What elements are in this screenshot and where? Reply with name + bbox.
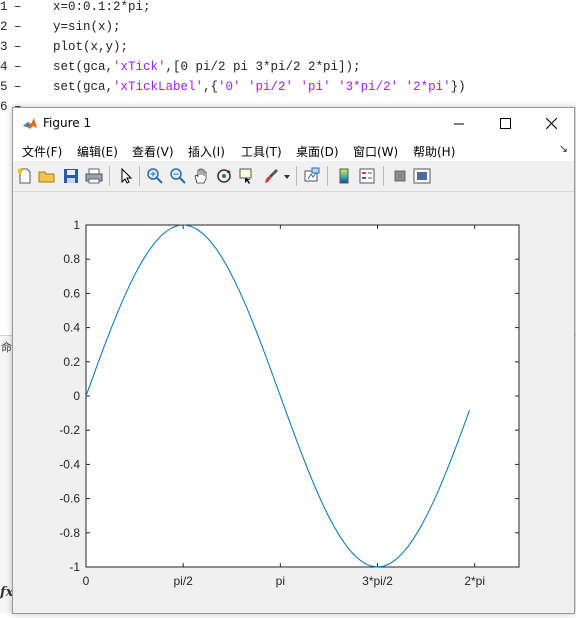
menu-dock-arrow-icon[interactable]: ↘ (559, 142, 568, 155)
legend-icon[interactable] (358, 167, 376, 185)
menu-window[interactable]: 窗口(W) (353, 143, 398, 160)
pointer-icon[interactable] (117, 167, 135, 185)
y-tick-label: -0.6 (59, 492, 80, 506)
line-number: 6 (0, 100, 8, 114)
figure-titlebar[interactable]: Figure 1 (13, 108, 574, 139)
x-tick-label: 2*pi (464, 574, 485, 588)
figure-menubar: 文件(F) 编辑(E) 查看(V) 插入(I) 工具(T) 桌面(D) 窗口(W… (13, 139, 574, 161)
zoom-in-icon[interactable] (146, 167, 164, 185)
link-plot-icon[interactable] (303, 167, 321, 185)
zoom-out-icon[interactable] (169, 167, 187, 185)
code-token: set(gca, (53, 80, 114, 94)
x-tick-label: 0 (83, 574, 90, 588)
y-tick-label: 0 (73, 389, 80, 403)
command-window-label: 命 (1, 341, 12, 354)
y-tick-label: 1 (73, 218, 80, 232)
breakpoint-marker[interactable]: – (14, 17, 22, 37)
y-tick-label: 0.2 (63, 355, 80, 369)
brush-dropdown-icon[interactable] (283, 167, 291, 185)
command-window-panel[interactable] (0, 335, 12, 613)
line-number: 5 (0, 80, 8, 94)
maximize-icon (499, 118, 511, 129)
new-figure-icon[interactable] (16, 167, 34, 185)
y-tick-label: -0.4 (59, 457, 80, 471)
breakpoint-marker[interactable]: – (14, 57, 22, 77)
colorbar-icon[interactable] (335, 167, 353, 185)
menu-desktop[interactable]: 桌面(D) (296, 143, 339, 160)
x-tick-label: pi/2 (173, 574, 193, 588)
code-line[interactable]: 3– plot(x,y); (0, 37, 576, 57)
code-token: set(gca, (53, 60, 114, 74)
code-text: set(gca,'xTickLabel',{'0' 'pi/2' 'pi' '3… (53, 77, 466, 97)
string-literal: 'xTickLabel' (113, 80, 204, 94)
print-icon[interactable] (85, 167, 103, 185)
code-line[interactable]: 4– set(gca,'xTick',[0 pi/2 pi 3*pi/2 2*pi… (0, 57, 576, 77)
toolbar-separator (383, 166, 384, 186)
code-token: }) (450, 80, 466, 94)
x-tick-labels: 0 pi/2 pi 3*pi/2 2*pi (83, 574, 485, 588)
maximize-button[interactable] (482, 108, 528, 139)
line-number: 4 (0, 60, 8, 74)
toolbar-separator (296, 166, 297, 186)
y-tick-label: -0.8 (59, 526, 80, 540)
code-token: x=0:0.1:2*pi; (53, 0, 151, 14)
x-tick-label: 3*pi/2 (362, 574, 393, 588)
menu-view[interactable]: 查看(V) (132, 143, 174, 160)
toolbar-separator (139, 166, 140, 186)
code-token: y=sin(x); (53, 20, 121, 34)
code-text: y=sin(x); (53, 17, 121, 37)
breakpoint-marker[interactable]: – (14, 77, 22, 97)
string-literal: 'xTick' (113, 60, 166, 74)
code-line[interactable]: 1– x=0:0.1:2*pi; (0, 0, 576, 17)
menu-edit[interactable]: 编辑(E) (77, 143, 118, 160)
matlab-logo-icon (23, 118, 37, 129)
brush-icon[interactable] (262, 167, 280, 185)
y-tick-label: -0.2 (59, 423, 80, 437)
menu-file[interactable]: 文件(F) (22, 143, 62, 160)
show-plot-tools-icon[interactable] (413, 167, 431, 185)
y-tick-label: 0.4 (63, 321, 80, 335)
minimize-button[interactable] (436, 108, 482, 139)
y-tick-label: 0.8 (63, 252, 80, 266)
menu-tools[interactable]: 工具(T) (241, 143, 282, 160)
open-file-icon[interactable] (38, 167, 56, 185)
data-cursor-icon[interactable] (238, 167, 256, 185)
y-tick-label: 0.6 (63, 286, 80, 300)
minimize-icon (454, 123, 464, 124)
code-text: x=0:0.1:2*pi; (53, 0, 151, 17)
axes-box[interactable] (85, 224, 520, 568)
y-tick-label: -1 (69, 560, 80, 574)
toolbar-separator (327, 166, 328, 186)
menu-insert[interactable]: 插入(I) (188, 143, 225, 160)
figure-toolbar (13, 161, 574, 192)
plot-area[interactable]: 0 pi/2 pi 3*pi/2 2*pi -1 -0.8 -0.6 -0.4 -0.2 0 0.2… (13, 192, 574, 613)
string-literal: '0' 'pi/2' 'pi' '3*pi/2' '2*pi' (218, 80, 451, 94)
menu-help[interactable]: 帮助(H) (413, 143, 455, 160)
figure-title: Figure 1 (43, 116, 92, 130)
line-number: 2 (0, 20, 8, 34)
hide-plot-tools-icon[interactable] (391, 167, 409, 185)
code-text: set(gca,'xTick',[0 pi/2 pi 3*pi/2 2*pi])… (53, 57, 361, 77)
toolbar-separator (109, 166, 110, 186)
x-tick-label: pi (276, 574, 285, 588)
save-icon[interactable] (62, 167, 80, 185)
pan-hand-icon[interactable] (192, 167, 210, 185)
code-token: ,{ (203, 80, 219, 94)
code-line[interactable]: 2– y=sin(x); (0, 17, 576, 37)
rotate-3d-icon[interactable] (215, 167, 233, 185)
breakpoint-marker[interactable]: – (14, 0, 22, 17)
close-icon (545, 118, 557, 129)
breakpoint-marker[interactable]: – (14, 37, 22, 57)
close-button[interactable] (528, 108, 574, 139)
figure-window[interactable]: Figure 1 文件(F) 编辑(E) 查看(V) 插入(I) 工具(T) 桌… (12, 107, 575, 614)
line-number: 1 (0, 0, 8, 14)
code-text: plot(x,y); (53, 37, 128, 57)
y-tick-labels: -1 -0.8 -0.6 -0.4 -0.2 0 0.2 0.4 0.6 0.8 1 (59, 218, 80, 574)
code-line[interactable]: 5– set(gca,'xTickLabel',{'0' 'pi/2' 'pi' … (0, 77, 576, 97)
code-token: ,[0 pi/2 pi 3*pi/2 2*pi]); (165, 60, 361, 74)
line-number: 3 (0, 40, 8, 54)
code-token: plot(x,y); (53, 40, 129, 54)
sine-chart[interactable]: 0 pi/2 pi 3*pi/2 2*pi -1 -0.8 -0.6 -0.4 -0.2 0 0.2… (13, 192, 574, 613)
